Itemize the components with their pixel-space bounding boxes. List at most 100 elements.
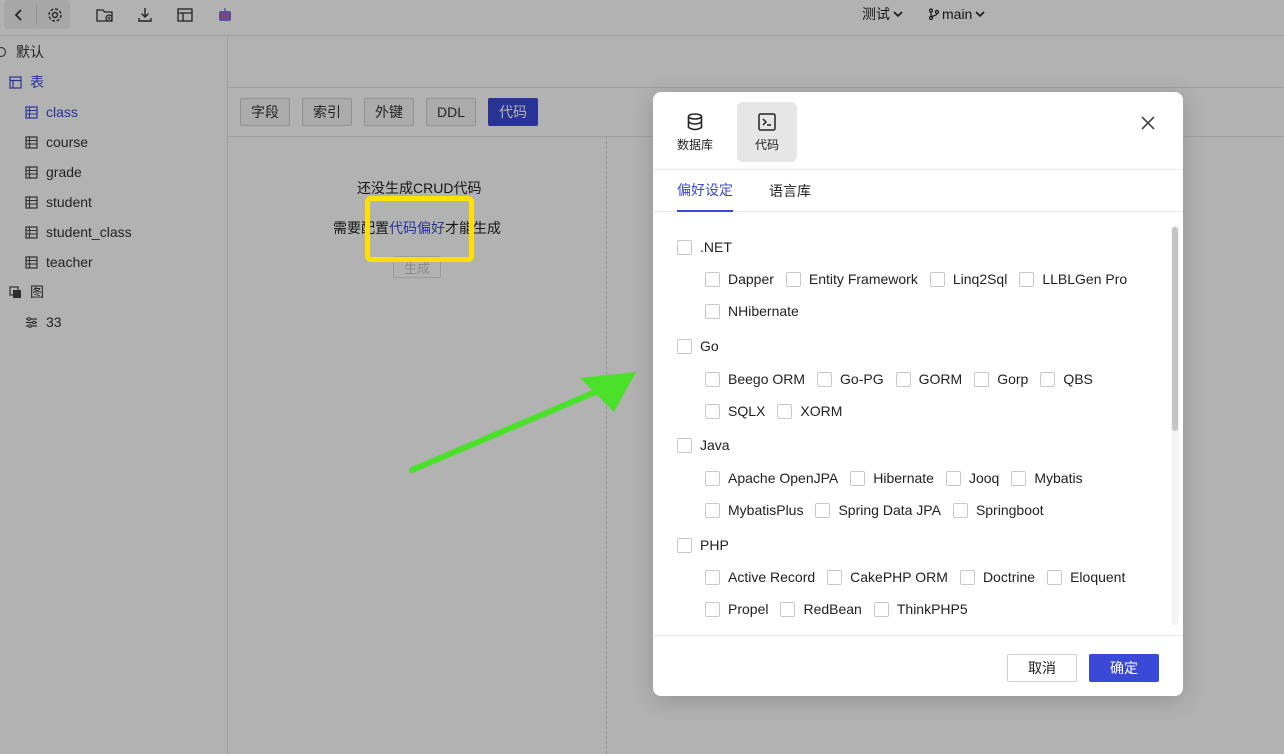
confirm-button[interactable]: 确定 <box>1089 654 1159 682</box>
checkbox[interactable] <box>705 303 720 319</box>
option-gorm[interactable]: GORM <box>895 363 962 395</box>
checkbox[interactable] <box>827 569 843 585</box>
option-spring-data-jpa[interactable]: Spring Data JPA <box>815 494 941 526</box>
checkbox[interactable] <box>705 403 720 419</box>
option-label: MybatisPlus <box>728 502 804 518</box>
tab-language-libraries[interactable]: 语言库 <box>769 170 811 212</box>
nav-database[interactable]: 数据库 <box>665 102 725 162</box>
option-sqlx[interactable]: SQLX <box>705 395 765 427</box>
checkbox[interactable] <box>1019 271 1035 287</box>
java-options: Apache OpenJPA Hibernate Jooq Mybatis My… <box>705 462 1145 526</box>
option-jooq[interactable]: Jooq <box>945 462 1000 494</box>
option-label: Go-PG <box>840 371 884 387</box>
checkbox[interactable] <box>705 271 720 287</box>
checkbox[interactable] <box>1047 569 1063 585</box>
checkbox[interactable] <box>952 502 968 518</box>
close-button[interactable] <box>1139 114 1157 132</box>
checkbox[interactable] <box>785 271 801 287</box>
option-label: Jooq <box>968 470 1000 486</box>
option-label: Propel <box>728 601 769 617</box>
group-label: .NET <box>700 239 732 255</box>
group-checkbox-row[interactable]: Go <box>677 330 719 362</box>
checkbox[interactable] <box>929 271 945 287</box>
option-label: Eloquent <box>1070 569 1126 585</box>
option-thinkphp5[interactable]: ThinkPHP5 <box>873 593 968 625</box>
group-php: PHP <box>677 529 729 561</box>
highlight-annotation <box>365 196 474 262</box>
option-llblgen-pro[interactable]: LLBLGen Pro <box>1019 263 1127 295</box>
checkbox[interactable] <box>873 601 889 617</box>
option-apache-openjpa[interactable]: Apache OpenJPA <box>705 462 838 494</box>
checkbox[interactable] <box>677 537 692 553</box>
group-go: Go <box>677 330 719 362</box>
checkbox[interactable] <box>850 470 866 486</box>
dialog-header: 数据库 代码 <box>653 92 1183 170</box>
checkbox[interactable] <box>815 502 831 518</box>
checkbox[interactable] <box>974 371 990 387</box>
dialog-footer: 取消 确定 <box>653 635 1183 696</box>
option-label: Beego ORM <box>728 371 806 387</box>
checkbox[interactable] <box>895 371 911 387</box>
checkbox[interactable] <box>959 569 975 585</box>
checkbox[interactable] <box>705 371 720 387</box>
scrollbar-thumb[interactable] <box>1172 227 1178 431</box>
group-label: Java <box>700 437 730 453</box>
group-checkbox-row[interactable]: Java <box>677 429 730 461</box>
option-springboot[interactable]: Springboot <box>952 494 1044 526</box>
group-label: PHP <box>700 537 729 553</box>
option-label: SQLX <box>728 403 766 419</box>
dotnet-options: Dapper Entity Framework Linq2Sql LLBLGen… <box>705 263 1145 327</box>
option-doctrine[interactable]: Doctrine <box>959 561 1036 593</box>
dialog-tabs: 偏好设定 语言库 <box>653 170 1183 212</box>
option-linq2sql[interactable]: Linq2Sql <box>929 263 1007 295</box>
option-beego-orm[interactable]: Beego ORM <box>705 363 805 395</box>
option-gorp[interactable]: Gorp <box>974 363 1028 395</box>
option-entity-framework[interactable]: Entity Framework <box>785 263 918 295</box>
group-dotnet: .NET <box>677 231 732 263</box>
option-redbean[interactable]: RedBean <box>780 593 862 625</box>
option-mybatis[interactable]: Mybatis <box>1011 462 1083 494</box>
checkbox[interactable] <box>1011 470 1027 486</box>
option-go-pg[interactable]: Go-PG <box>817 363 884 395</box>
option-label: Hibernate <box>873 470 934 486</box>
php-options: Active Record CakePHP ORM Doctrine Eloqu… <box>705 561 1145 625</box>
cancel-button[interactable]: 取消 <box>1007 654 1077 682</box>
group-checkbox-row[interactable]: .NET <box>677 231 732 263</box>
nav-code[interactable]: 代码 <box>737 102 797 162</box>
checkbox[interactable] <box>705 569 720 585</box>
nav-label: 代码 <box>754 137 779 152</box>
option-label: RedBean <box>803 601 862 617</box>
group-checkbox-row[interactable]: PHP <box>677 529 729 561</box>
checkbox[interactable] <box>1040 371 1056 387</box>
option-label: QBS <box>1063 371 1093 387</box>
checkbox[interactable] <box>780 601 796 617</box>
option-label: NHibernate <box>728 303 799 319</box>
option-nhibernate[interactable]: NHibernate <box>705 295 799 327</box>
checkbox[interactable] <box>705 502 720 518</box>
option-mybatisplus[interactable]: MybatisPlus <box>705 494 803 526</box>
option-cakephp-orm[interactable]: CakePHP ORM <box>827 561 948 593</box>
checkbox[interactable] <box>677 437 692 453</box>
checkbox[interactable] <box>777 403 793 419</box>
option-label: XORM <box>800 403 843 419</box>
option-propel[interactable]: Propel <box>705 593 768 625</box>
option-label: CakePHP ORM <box>850 569 948 585</box>
go-options: Beego ORM Go-PG GORM Gorp QBS SQLX XORM <box>705 363 1145 427</box>
option-xorm[interactable]: XORM <box>777 395 842 427</box>
option-label: LLBLGen Pro <box>1042 271 1128 287</box>
group-label: Go <box>700 338 719 354</box>
checkbox[interactable] <box>705 601 720 617</box>
option-dapper[interactable]: Dapper <box>705 263 774 295</box>
checkbox[interactable] <box>677 239 692 255</box>
checkbox[interactable] <box>817 371 833 387</box>
group-java: Java <box>677 429 730 461</box>
option-eloquent[interactable]: Eloquent <box>1047 561 1125 593</box>
option-hibernate[interactable]: Hibernate <box>850 462 934 494</box>
option-qbs[interactable]: QBS <box>1040 363 1093 395</box>
option-active-record[interactable]: Active Record <box>705 561 815 593</box>
tab-preferences[interactable]: 偏好设定 <box>677 170 733 212</box>
option-label: Doctrine <box>982 569 1036 585</box>
checkbox[interactable] <box>945 470 961 486</box>
checkbox[interactable] <box>677 338 692 354</box>
checkbox[interactable] <box>705 470 720 486</box>
